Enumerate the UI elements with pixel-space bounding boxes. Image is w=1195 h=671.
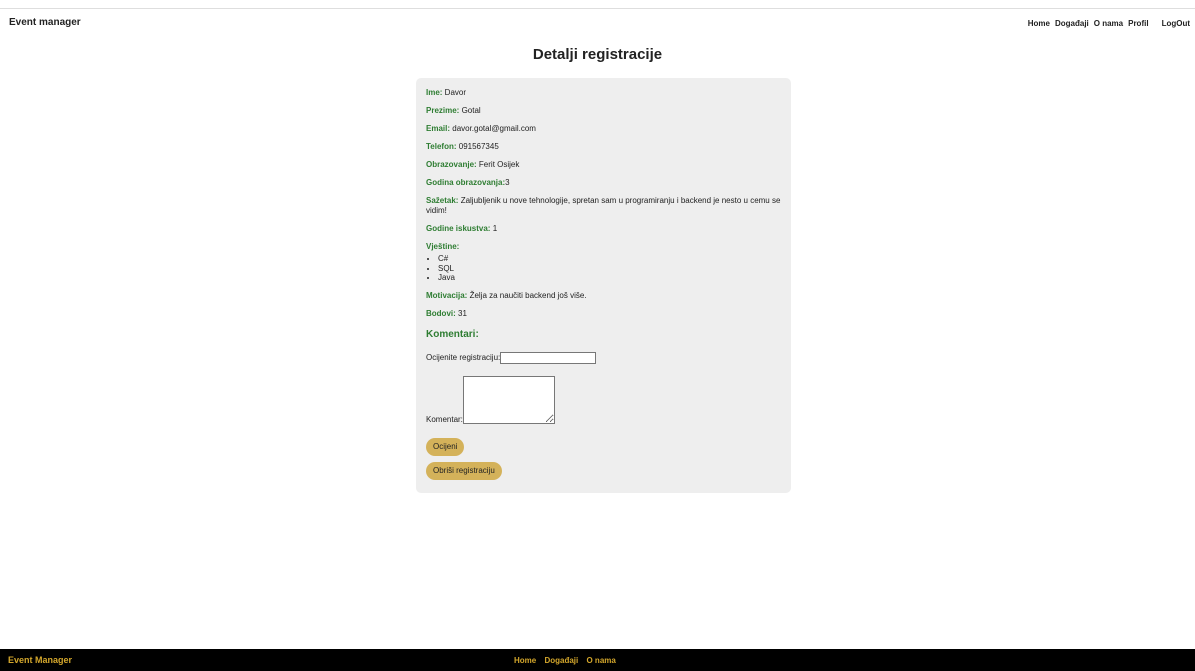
field-ime: Ime: Davor xyxy=(426,88,781,98)
registration-details-card: Ime: Davor Prezime: Gotal Email: davor.g… xyxy=(416,78,791,493)
brand-logo[interactable]: Event manager xyxy=(9,17,81,28)
comment-textarea[interactable] xyxy=(462,375,555,424)
value-obrazovanje: Ferit Osijek xyxy=(476,160,520,169)
nav-home[interactable]: Home xyxy=(1028,19,1050,28)
label-sazetak: Sažetak: xyxy=(426,196,459,205)
label-telefon: Telefon: xyxy=(426,142,457,151)
label-godina-obrazovanja: Godina obrazovanja: xyxy=(426,178,506,187)
field-motivacija: Motivacija: Želja za naučiti backend još… xyxy=(426,291,781,301)
footer-link-dogadaji[interactable]: Događaji xyxy=(544,656,578,665)
rate-button[interactable]: Ocijeni xyxy=(426,437,465,456)
comments-heading: Komentari: xyxy=(426,328,479,340)
label-bodovi: Bodovi: xyxy=(426,308,456,318)
comment-row: Komentar: xyxy=(426,375,781,424)
nav-profil[interactable]: Profil xyxy=(1128,19,1148,28)
label-godine-iskustva: Godine iskustva: xyxy=(426,224,491,233)
value-bodovi: 31 xyxy=(455,308,467,318)
nav-dogadaji[interactable]: Događaji xyxy=(1055,19,1089,28)
skills-list: C# SQL Java xyxy=(426,254,781,283)
comment-label: Komentar: xyxy=(426,414,463,424)
footer-link-o-nama[interactable]: O nama xyxy=(586,656,615,665)
label-email: Email: xyxy=(426,124,451,133)
nav-logout[interactable]: LogOut xyxy=(1162,19,1190,28)
value-email: davor.gotal@gmail.com xyxy=(450,124,536,133)
footer-brand: Event Manager xyxy=(8,655,73,665)
page-title: Detalji registracije xyxy=(532,46,663,63)
label-vjestine: Vještine: xyxy=(426,242,460,251)
list-item: SQL xyxy=(438,264,781,274)
field-godina-obrazovanja: Godina obrazovanja:3 xyxy=(426,178,781,188)
field-prezime: Prezime: Gotal xyxy=(426,106,781,116)
navbar: Event manager Home Događaji O nama Profi… xyxy=(0,9,1195,35)
value-sazetak: Zaljubljenik u nove tehnologije, spretan… xyxy=(426,196,781,215)
value-godine-iskustva: 1 xyxy=(490,224,498,233)
field-vjestine: Vještine: xyxy=(426,242,781,252)
nav-links: Home Događaji O nama Profil LogOut xyxy=(1023,19,1190,28)
footer-link-home[interactable]: Home xyxy=(514,656,536,665)
list-item: C# xyxy=(438,254,781,264)
field-sazetak: Sažetak: Zaljubljenik u nove tehnologije… xyxy=(426,196,781,216)
nav-o-nama[interactable]: O nama xyxy=(1094,19,1123,28)
rating-label: Ocijenite registraciju: xyxy=(426,353,501,362)
field-email: Email: davor.gotal@gmail.com xyxy=(426,124,781,134)
rating-row: Ocijenite registraciju: xyxy=(426,351,781,364)
field-telefon: Telefon: 091567345 xyxy=(426,142,781,152)
label-prezime: Prezime: xyxy=(426,106,460,115)
label-obrazovanje: Obrazovanje: xyxy=(426,160,477,169)
list-item: Java xyxy=(438,273,781,283)
value-motivacija: Želja za naučiti backend još više. xyxy=(467,290,587,300)
value-ime: Davor xyxy=(442,88,467,97)
rate-button-wrap: Ocijeni xyxy=(426,437,781,456)
value-godina-obrazovanja: 3 xyxy=(505,178,510,187)
field-obrazovanje: Obrazovanje: Ferit Osijek xyxy=(426,160,781,170)
footer-links: Home Događaji O nama xyxy=(514,656,622,665)
rating-input[interactable] xyxy=(500,351,597,364)
delete-button-wrap: Obriši registraciju xyxy=(426,461,781,480)
footer: Event Manager Home Događaji O nama xyxy=(0,649,1195,671)
label-ime: Ime: xyxy=(426,88,443,97)
field-bodovi: Bodovi: 31 xyxy=(426,309,781,319)
value-telefon: 091567345 xyxy=(456,142,499,151)
field-godine-iskustva: Godine iskustva: 1 xyxy=(426,224,781,234)
label-motivacija: Motivacija: xyxy=(426,290,468,300)
value-prezime: Gotal xyxy=(459,106,481,115)
delete-registration-button[interactable]: Obriši registraciju xyxy=(426,461,502,480)
